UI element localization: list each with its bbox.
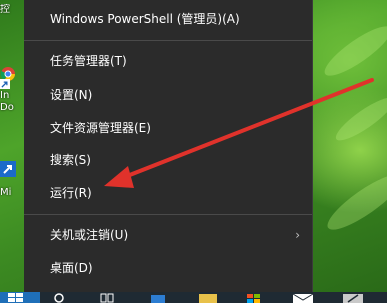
file-explorer-icon[interactable] (198, 293, 218, 303)
mail-icon[interactable] (292, 293, 314, 303)
menu-item-label: Windows PowerShell (管理员)(A) (50, 12, 240, 26)
start-button[interactable] (0, 292, 40, 303)
menu-item-file-explorer[interactable]: 文件资源管理器(E) (24, 112, 312, 144)
win-x-menu: Windows PowerShell (管理员)(A) 任务管理器(T) 设置(… (24, 0, 313, 292)
screen: 控 In Do Mi Windows PowerShell (管理员)(A) 任… (0, 0, 387, 303)
menu-item-label: 设置(N) (50, 88, 93, 102)
menu-item-run[interactable]: 运行(R) (24, 177, 312, 209)
task-view-icon[interactable] (100, 293, 114, 303)
chevron-right-icon: › (295, 228, 300, 242)
menu-item-search[interactable]: 搜索(S) (24, 144, 312, 176)
taskbar (0, 292, 387, 303)
shortcut-icon (0, 161, 16, 177)
menu-item-settings[interactable]: 设置(N) (24, 79, 312, 111)
menu-item-label: 搜索(S) (50, 153, 91, 167)
wallpaper-leaf (318, 19, 387, 83)
menu-item-shutdown-signout[interactable]: 关机或注销(U) › (24, 219, 312, 251)
desktop-icon-label: Mi (0, 187, 12, 198)
desktop-icon[interactable]: Mi (0, 152, 22, 199)
office-icon[interactable] (246, 293, 262, 303)
menu-item-label: 关机或注销(U) (50, 228, 129, 242)
desktop-icon-label: In (0, 90, 10, 101)
search-icon[interactable] (54, 293, 66, 303)
windows-logo-icon (8, 293, 23, 302)
menu-item-task-manager[interactable]: 任务管理器(T) (24, 45, 312, 77)
menu-separator (24, 40, 312, 41)
menu-separator (24, 214, 312, 215)
menu-item-label: 任务管理器(T) (50, 54, 127, 68)
menu-item-label: 桌面(D) (50, 261, 93, 275)
menu-item-powershell-admin[interactable]: Windows PowerShell (管理员)(A) (24, 3, 312, 35)
pen-icon[interactable] (342, 293, 364, 303)
menu-item-label: 文件资源管理器(E) (50, 121, 151, 135)
wallpaper-leaf (321, 166, 387, 238)
desktop-icon[interactable]: In Do (0, 66, 22, 114)
wallpaper-leaf (331, 91, 387, 147)
menu-item-desktop[interactable]: 桌面(D) (24, 252, 312, 284)
desktop-icon-label: 控 (0, 4, 10, 15)
store-icon[interactable] (150, 293, 166, 303)
menu-item-label: 运行(R) (50, 186, 92, 200)
desktop-icon-label: Do (0, 102, 14, 113)
desktop-icon[interactable]: 控 (0, 4, 22, 16)
shortcut-arrow-icon (0, 79, 10, 89)
